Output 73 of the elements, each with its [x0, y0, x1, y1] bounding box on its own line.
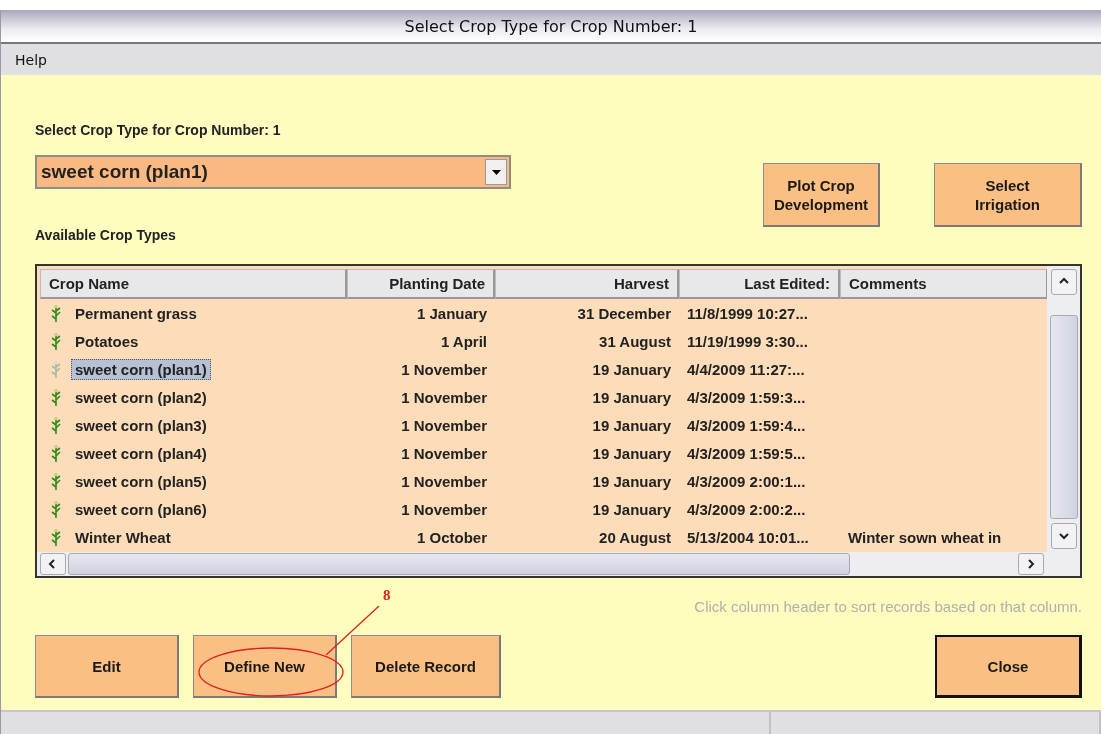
crop-type-label: Select Crop Type for Crop Number: 1 [35, 122, 282, 138]
default-button[interactable]: Close [935, 635, 1082, 698]
crop-name-cell[interactable]: sweet corn (plan2) [71, 386, 211, 408]
column-header[interactable]: Crop Name [40, 269, 347, 299]
column-header[interactable]: Last Edited: [679, 269, 840, 299]
action-button[interactable]: Plot Crop Development [763, 163, 880, 227]
scroll-left-button[interactable] [40, 553, 66, 575]
table-cell: 1 November [401, 416, 487, 434]
plant-icon [50, 360, 62, 378]
table-cell: 19 January [592, 444, 671, 462]
crop-name-cell[interactable]: sweet corn (plan3) [71, 414, 211, 436]
table-cell: 1 November [401, 472, 487, 490]
dropdown-value: sweet corn (plan1) [41, 161, 208, 183]
plant-icon [50, 388, 62, 406]
plant-icon [50, 472, 62, 490]
table-cell: 4/3/2009 1:59:5... [687, 444, 806, 462]
table-cell: 11/8/1999 10:27... [687, 304, 808, 322]
table-cell: 11/19/1999 3:30... [687, 332, 808, 350]
table-cell: 31 December [577, 304, 671, 322]
window-title: Select Crop Type for Crop Number: 1 [404, 16, 698, 36]
crop-name-cell[interactable]: sweet corn (plan6) [71, 498, 211, 520]
plant-icon [50, 332, 62, 350]
table-cell: 1 April [440, 332, 487, 350]
scrollbar-thumb[interactable] [68, 553, 850, 575]
crop-name-cell[interactable]: Permanent grass [71, 302, 201, 324]
table-cell: 19 January [592, 388, 671, 406]
plant-icon [50, 444, 62, 462]
dropdown-arrow-icon [491, 169, 501, 175]
scrollbar-thumb[interactable] [1049, 315, 1078, 519]
crop-name-cell[interactable]: sweet corn (plan1) [71, 358, 211, 380]
table-cell: 1 November [401, 444, 487, 462]
scroll-right-button[interactable] [1018, 553, 1044, 575]
table-cell: 1 November [401, 500, 487, 518]
plant-icon [50, 528, 62, 546]
crop-name-cell[interactable]: Winter Wheat [71, 526, 175, 548]
annotation-number: 8 [383, 587, 391, 604]
scroll-up-button[interactable] [1050, 269, 1077, 295]
table-cell: 19 January [592, 472, 671, 490]
table-cell: Winter sown wheat in [848, 528, 1002, 546]
leader-line [325, 605, 380, 656]
table-cell: 19 January [592, 360, 671, 378]
plant-icon [50, 304, 62, 322]
crop-name-cell[interactable]: sweet corn (plan4) [71, 442, 211, 464]
table-cell: 4/3/2009 1:59:4... [687, 416, 806, 434]
table-cell: 5/13/2004 10:01... [687, 528, 809, 546]
column-header[interactable]: Planting Date [347, 269, 495, 299]
action-button[interactable]: Define New [193, 635, 337, 698]
table-cell: 1 November [401, 360, 487, 378]
table-cell: 4/3/2009 1:59:3... [687, 388, 806, 406]
crop-type-dropdown[interactable]: sweet corn (plan1) [35, 155, 511, 189]
table-cell: 19 January [592, 500, 671, 518]
table-cell: 4/4/2009 11:27:... [687, 360, 805, 378]
action-button[interactable]: Delete Record [351, 635, 501, 698]
action-button[interactable]: Edit [35, 635, 179, 698]
table-cell: 4/3/2009 2:00:2... [687, 500, 806, 518]
column-header[interactable]: Harvest [495, 269, 679, 299]
table-cell: 19 January [592, 416, 671, 434]
plant-icon [50, 416, 62, 434]
crop-name-cell[interactable]: Potatoes [71, 330, 143, 352]
table-cell: 1 October [416, 528, 487, 546]
sort-hint: Click column header to sort records based on that column. [694, 598, 1082, 615]
action-button[interactable]: Select Irrigation [934, 163, 1082, 227]
column-header[interactable]: Comments [840, 269, 1047, 299]
menu-item[interactable]: Help [15, 51, 47, 68]
crop-name-cell[interactable]: sweet corn (plan5) [71, 470, 211, 492]
table-cell: 4/3/2009 2:00:1... [687, 472, 806, 490]
table-cell: 20 August [599, 528, 671, 546]
scroll-down-button[interactable] [1050, 523, 1077, 549]
available-crop-types-label: Available Crop Types [35, 227, 177, 243]
plant-icon [50, 500, 62, 518]
table-cell: 31 August [599, 332, 671, 350]
table-cell: 1 January [416, 304, 487, 322]
table-cell: 1 November [401, 388, 487, 406]
